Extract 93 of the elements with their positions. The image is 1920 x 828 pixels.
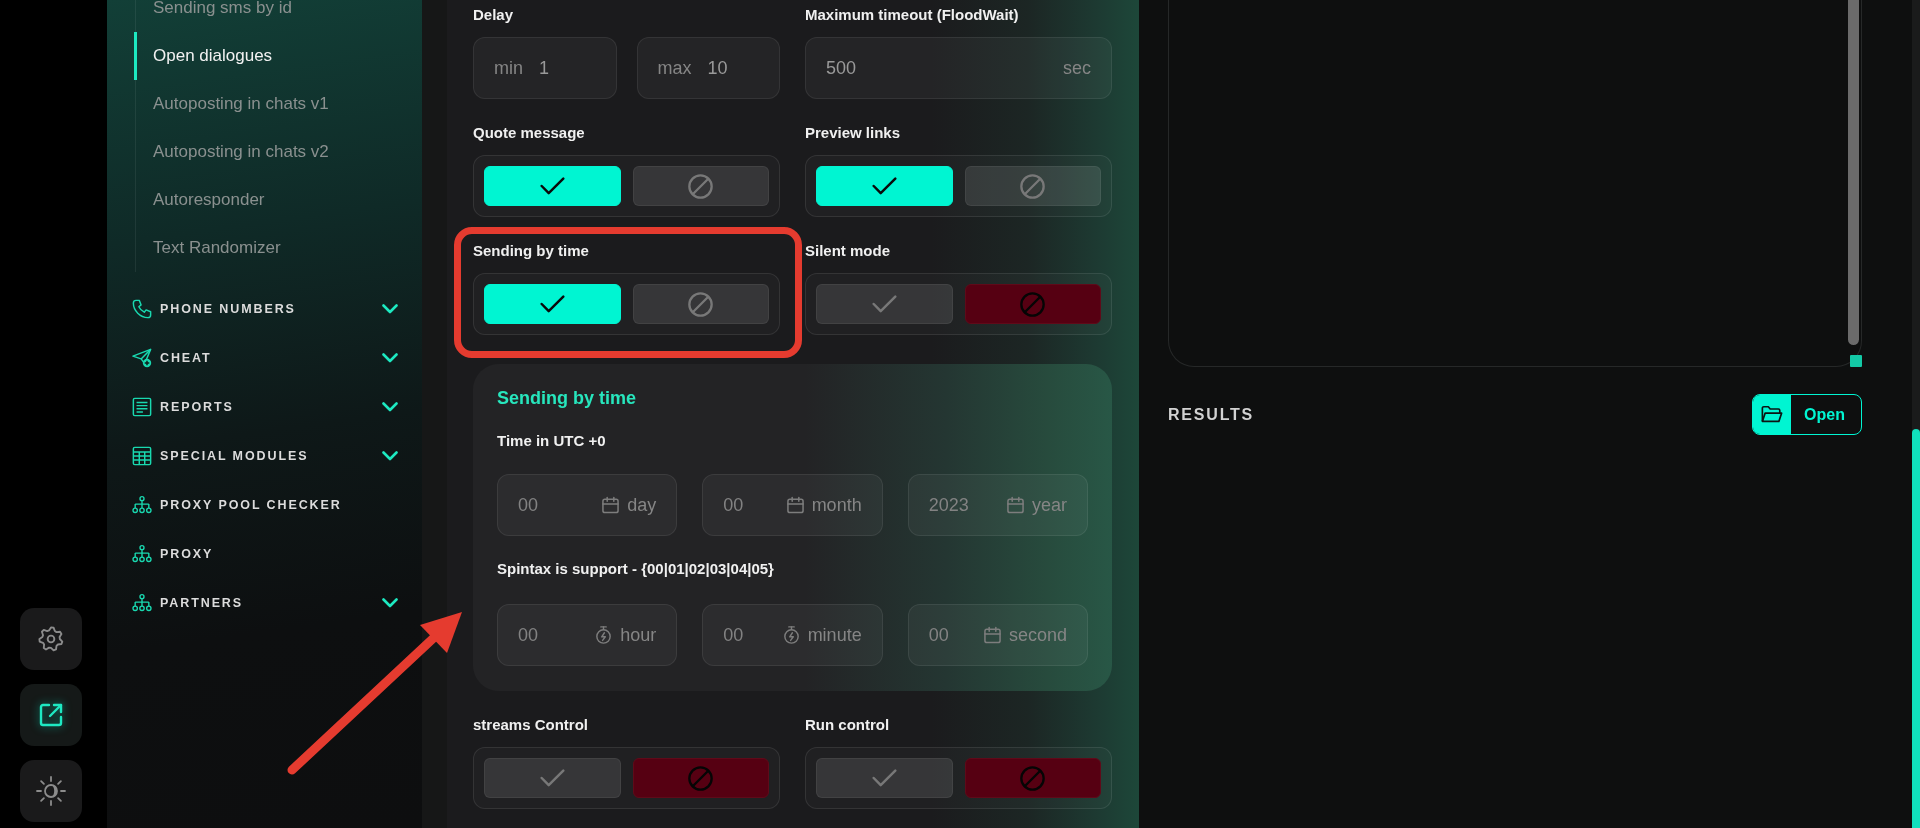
check-icon <box>539 769 565 787</box>
hierarchy-icon <box>132 494 152 515</box>
time-field[interactable]: 00 minute <box>702 604 883 666</box>
unit-label: hour <box>620 624 657 646</box>
prefix-label: max <box>657 57 692 79</box>
sun-moon-icon <box>36 776 66 806</box>
unit-label: month <box>811 494 862 516</box>
date-field[interactable]: 00 day <box>497 474 678 536</box>
unit-label: second <box>1008 624 1067 646</box>
number-field[interactable]: max 10 <box>636 37 780 99</box>
external-link-button[interactable] <box>20 684 82 746</box>
settings-icon <box>38 626 64 652</box>
field-label: Maximum timeout (FloodWait) <box>805 5 1020 25</box>
hierarchy-icon <box>132 543 152 564</box>
stopwatch-icon <box>782 626 800 644</box>
spreadsheet-icon <box>132 445 152 466</box>
output-field[interactable] <box>1168 0 1862 367</box>
hierarchy-icon <box>132 592 152 613</box>
disable-button[interactable] <box>964 284 1101 324</box>
number-input[interactable]: 10 <box>707 57 759 79</box>
scrollbar-thumb[interactable] <box>1912 429 1920 828</box>
section-title: RESULTS <box>1168 405 1255 424</box>
check-icon <box>871 769 897 787</box>
check-icon <box>539 295 565 313</box>
field-label: Preview links <box>805 123 902 143</box>
stopwatch-icon <box>595 626 613 644</box>
calendar-icon <box>602 496 620 514</box>
number-input[interactable]: 500 <box>826 57 1051 79</box>
date-input[interactable]: 2023 <box>928 494 995 516</box>
time-input[interactable]: 00 <box>928 624 972 646</box>
field-label: streams Control <box>473 715 590 735</box>
timeout-field[interactable]: 500 sec <box>805 37 1112 99</box>
field-label: Run control <box>805 715 891 735</box>
ban-icon <box>688 173 714 199</box>
panel-title: Sending by time <box>497 387 638 410</box>
nav-section[interactable]: CHEAT <box>107 333 422 382</box>
date-input[interactable]: 00 <box>518 494 591 516</box>
nav-section[interactable]: PARTNERS <box>107 578 422 627</box>
prefix-label: min <box>494 57 523 79</box>
resize-handle[interactable] <box>1850 355 1862 367</box>
field-label: Spintax is support - {00|01|02|03|04|05} <box>497 559 775 579</box>
field-label: Delay <box>473 5 515 25</box>
calendar-icon <box>983 626 1001 644</box>
number-field[interactable]: min 1 <box>473 37 617 99</box>
ban-icon <box>1020 765 1046 791</box>
scrollbar-thumb[interactable] <box>1848 0 1859 345</box>
menu-item[interactable]: Open dialogues <box>134 32 422 80</box>
time-input[interactable]: 00 <box>723 624 771 646</box>
field-label: Quote message <box>473 123 586 143</box>
open-button[interactable]: Open <box>1752 394 1862 435</box>
unit-label: sec <box>1063 57 1091 79</box>
nav-section[interactable]: PROXY POOL CHECKER <box>107 480 422 529</box>
field-label: Sending by time <box>473 241 590 261</box>
ban-icon <box>688 765 714 791</box>
ban-icon <box>1020 173 1046 199</box>
nav-section[interactable]: PHONE NUMBERS <box>107 284 422 333</box>
check-icon <box>871 295 897 313</box>
number-input[interactable]: 1 <box>539 57 596 79</box>
settings-button[interactable] <box>20 608 82 670</box>
menu-item[interactable]: Autoposting in chats v1 <box>134 80 422 128</box>
menu-item[interactable]: Autoposting in chats v2 <box>134 128 422 176</box>
paper-plane-icon <box>132 347 152 368</box>
enable-button[interactable] <box>484 284 621 324</box>
external-link-icon <box>38 702 64 728</box>
unit-label: year <box>1031 494 1067 516</box>
phone-icon <box>132 298 152 319</box>
time-input[interactable]: 00 <box>518 624 584 646</box>
calendar-icon <box>1006 496 1024 514</box>
check-icon <box>539 177 565 195</box>
date-input[interactable]: 00 <box>723 494 775 516</box>
unit-label: day <box>627 494 657 516</box>
calendar-icon <box>786 496 804 514</box>
ban-icon <box>1020 291 1046 317</box>
unit-label: minute <box>807 624 862 646</box>
time-field[interactable]: 00 hour <box>497 604 678 666</box>
enable-button[interactable] <box>816 166 953 206</box>
disable-button[interactable] <box>632 758 769 798</box>
folder-icon <box>1753 395 1792 434</box>
nav-section[interactable]: SPECIAL MODULES <box>107 431 422 480</box>
date-field[interactable]: 00 month <box>702 474 883 536</box>
field-label: Silent mode <box>805 241 891 261</box>
menu-item[interactable]: Text Randomizer <box>134 224 422 272</box>
enable-button[interactable] <box>484 166 621 206</box>
menu-item[interactable]: Sending sms by id <box>134 0 422 32</box>
nav-section[interactable]: PROXY <box>107 529 422 578</box>
document-icon <box>132 396 152 417</box>
theme-button[interactable] <box>20 760 82 822</box>
disable-button[interactable] <box>964 758 1101 798</box>
ban-icon <box>688 291 714 317</box>
menu-item[interactable]: Autoresponder <box>134 176 422 224</box>
nav-section[interactable]: REPORTS <box>107 382 422 431</box>
check-icon <box>871 177 897 195</box>
field-label: Time in UTC +0 <box>497 431 607 451</box>
